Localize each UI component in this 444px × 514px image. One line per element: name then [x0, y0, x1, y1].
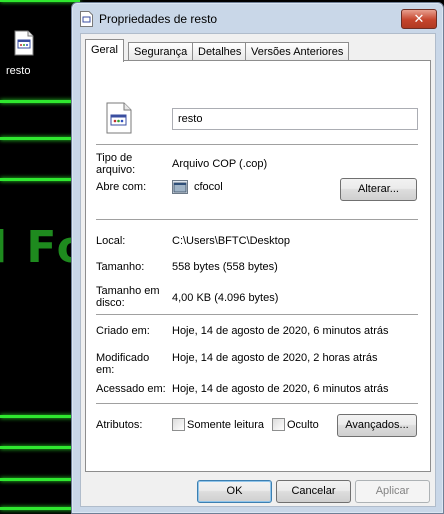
divider: [96, 314, 418, 316]
opens-with-value: cfocol: [194, 181, 223, 193]
size-label: Tamanho:: [96, 261, 145, 273]
modified-value: Hoje, 14 de agosto de 2020, 2 horas atrá…: [172, 352, 378, 364]
readonly-label[interactable]: Somente leitura: [187, 419, 264, 431]
general-tab-panel: resto Tipo de arquivo: Arquivo COP (.cop…: [85, 60, 431, 472]
file-name-input[interactable]: resto: [172, 108, 418, 130]
green-line: [0, 137, 80, 140]
divider: [96, 144, 418, 146]
change-button[interactable]: Alterar...: [340, 178, 417, 201]
advanced-button[interactable]: Avançados...: [337, 414, 417, 437]
dialog-body: Geral Segurança Detalhes Versões Anterio…: [80, 33, 436, 507]
file-icon: [80, 11, 93, 27]
file-icon: [106, 102, 132, 134]
app-icon: [172, 180, 188, 194]
attributes-label: Atributos:: [96, 419, 143, 431]
tab-seguranca[interactable]: Segurança: [128, 42, 194, 61]
created-value: Hoje, 14 de agosto de 2020, 6 minutos at…: [172, 325, 389, 337]
title-bar[interactable]: Propriedades de resto ✕: [72, 3, 443, 33]
green-line: [0, 100, 80, 103]
close-button[interactable]: ✕: [401, 9, 437, 29]
green-line: [0, 446, 80, 449]
green-line: [0, 415, 80, 418]
hidden-checkbox[interactable]: [272, 418, 285, 431]
green-line: [0, 507, 80, 510]
green-line: [0, 0, 80, 2]
hidden-label[interactable]: Oculto: [287, 419, 319, 431]
tab-detalhes[interactable]: Detalhes: [192, 42, 248, 61]
type-label: Tipo de arquivo:: [96, 152, 136, 176]
accessed-value: Hoje, 14 de agosto de 2020, 6 minutos at…: [172, 383, 389, 395]
created-label: Criado em:: [96, 325, 150, 337]
accessed-label: Acessado em:: [96, 383, 166, 395]
divider: [96, 219, 418, 221]
readonly-checkbox[interactable]: [172, 418, 185, 431]
cancel-button[interactable]: Cancelar: [276, 480, 351, 503]
window-title: Propriedades de resto: [99, 12, 218, 26]
green-line: [0, 478, 80, 481]
divider: [96, 403, 418, 405]
location-label: Local:: [96, 235, 126, 247]
green-line: [0, 178, 80, 181]
opens-with-label: Abre com:: [96, 181, 147, 193]
size-on-disk-value: 4,00 KB (4.096 bytes): [172, 292, 279, 304]
file-icon: [14, 30, 34, 56]
modified-label: Modificado em:: [96, 352, 150, 376]
size-on-disk-label: Tamanho em disco:: [96, 285, 160, 309]
location-value: C:\Users\BFTC\Desktop: [172, 235, 290, 247]
desktop-icon-label: resto: [6, 65, 31, 77]
desktop-file-resto[interactable]: resto: [6, 30, 42, 77]
properties-dialog: Propriedades de resto ✕ Geral Segurança …: [71, 2, 444, 514]
type-value: Arquivo COP (.cop): [172, 158, 268, 170]
size-value: 558 bytes (558 bytes): [172, 261, 278, 273]
file-name-value: resto: [178, 113, 203, 125]
tab-versoes-anteriores[interactable]: Versões Anteriores: [245, 42, 350, 61]
tab-geral[interactable]: Geral: [85, 39, 124, 62]
ok-button[interactable]: OK: [197, 480, 272, 503]
apply-button[interactable]: Aplicar: [355, 480, 430, 503]
